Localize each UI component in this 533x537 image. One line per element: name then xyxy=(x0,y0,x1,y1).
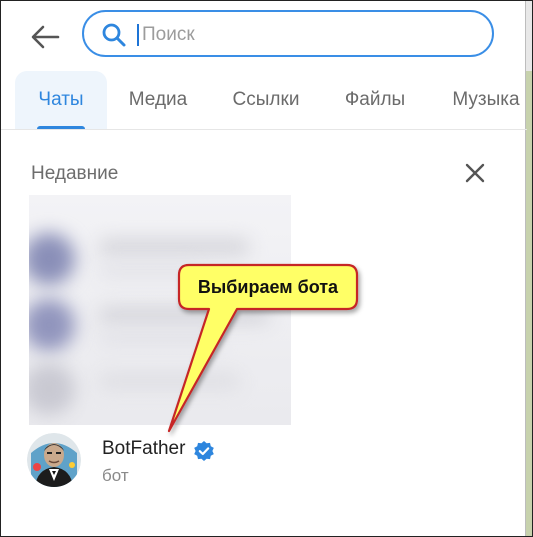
search-field[interactable] xyxy=(82,10,494,57)
tab-files[interactable]: Файлы xyxy=(335,71,415,129)
annotation-text: Выбираем бота xyxy=(197,276,339,297)
tab-chats[interactable]: Чаты xyxy=(15,71,107,129)
tab-bar: Чаты Медиа Ссылки Файлы Музыка xyxy=(15,71,530,129)
text-caret xyxy=(137,24,139,46)
blurred-avatar xyxy=(29,299,75,351)
chat-item-botfather[interactable]: BotFather бот xyxy=(23,431,523,495)
close-icon xyxy=(465,163,485,183)
bot-avatar xyxy=(27,433,81,487)
blurred-avatar xyxy=(29,233,75,285)
blurred-text xyxy=(99,373,239,389)
blurred-avatar xyxy=(29,363,75,415)
tab-label: Чаты xyxy=(38,89,84,110)
bot-subtitle: бот xyxy=(102,466,129,485)
tab-label: Файлы xyxy=(344,89,406,110)
tab-label: Музыка xyxy=(452,89,520,110)
search-input[interactable] xyxy=(140,20,464,50)
clear-recent-button[interactable] xyxy=(461,159,489,187)
tabs-divider xyxy=(1,129,527,130)
tab-music[interactable]: Музыка xyxy=(441,71,531,129)
back-button[interactable] xyxy=(27,19,63,55)
search-icon xyxy=(102,23,126,47)
back-arrow-icon xyxy=(31,25,60,49)
verified-badge-icon xyxy=(194,441,214,461)
tab-label: Медиа xyxy=(128,89,188,110)
tab-links[interactable]: Ссылки xyxy=(221,71,311,129)
botfather-avatar-image xyxy=(27,433,81,487)
blurred-text xyxy=(99,239,249,255)
app-window: Чаты Медиа Ссылки Файлы Музыка Недавние xyxy=(0,0,533,537)
blurred-text xyxy=(99,307,269,323)
tab-label: Ссылки xyxy=(232,89,300,110)
blurred-text xyxy=(99,333,219,345)
tab-media[interactable]: Медиа xyxy=(116,71,200,129)
bot-name: BotFather xyxy=(102,438,186,459)
recent-section-title: Недавние xyxy=(31,163,119,184)
blurred-recent-chats xyxy=(29,195,291,425)
